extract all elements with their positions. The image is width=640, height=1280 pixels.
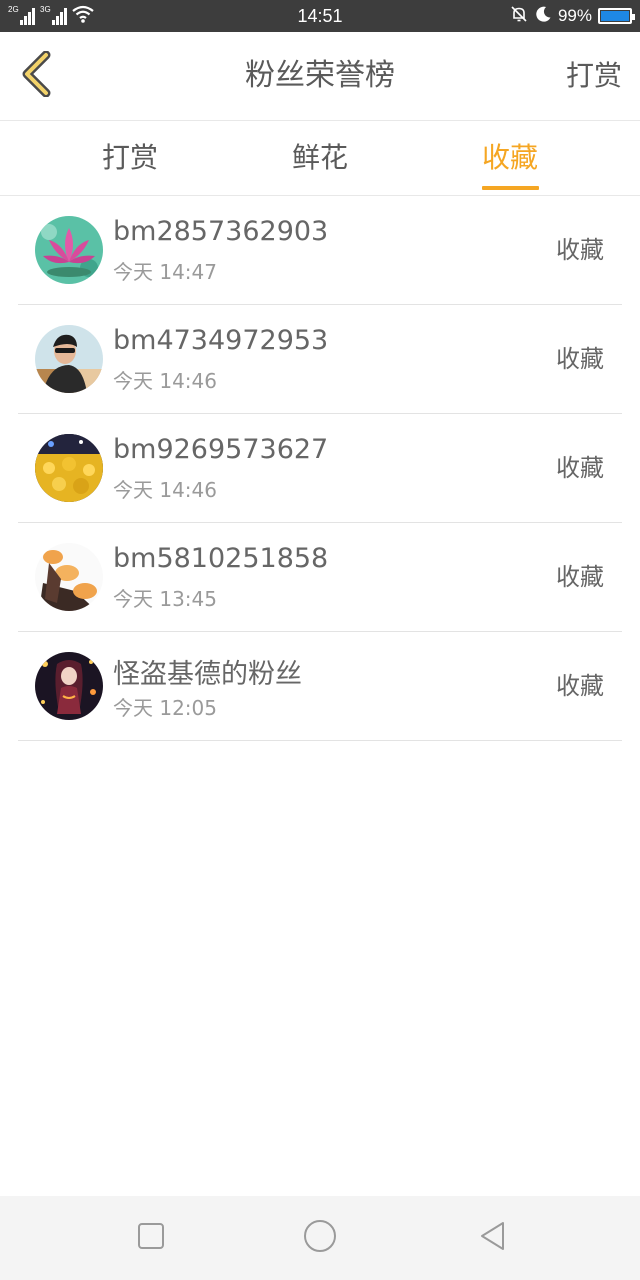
- tab-flowers[interactable]: 鲜花: [260, 121, 380, 195]
- fan-name: bm5810251858: [113, 543, 329, 574]
- avatar: [35, 434, 103, 502]
- title-bar: 粉丝荣誉榜 打赏: [0, 32, 640, 121]
- active-tab-indicator: [482, 186, 539, 190]
- fan-time: 今天 14:46: [113, 478, 217, 502]
- tab-reward[interactable]: 打赏: [70, 121, 190, 195]
- fan-time: 今天 14:47: [113, 260, 217, 284]
- fan-time: 今天 14:46: [113, 369, 217, 393]
- reward-button[interactable]: 打赏: [566, 32, 622, 120]
- list-item[interactable]: 怪盗基德的粉丝 今天 12:05 收藏: [18, 632, 622, 741]
- system-back-button[interactable]: [472, 1218, 512, 1258]
- home-icon: [303, 1219, 337, 1257]
- list-item[interactable]: bm2857362903 今天 14:47 收藏: [18, 196, 622, 305]
- fan-list: bm2857362903 今天 14:47 收藏 bm4734972953 今天…: [18, 196, 622, 741]
- battery-icon: [598, 8, 635, 24]
- status-bar: 2G 3G 14:51 99%: [0, 0, 640, 32]
- battery-percent: 99%: [557, 6, 592, 25]
- fan-name: 怪盗基德的粉丝: [113, 659, 302, 690]
- recent-apps-button[interactable]: [131, 1218, 171, 1258]
- list-item[interactable]: bm9269573627 今天 14:46 收藏: [18, 414, 622, 523]
- fan-name: bm9269573627: [113, 434, 329, 465]
- fan-name: bm2857362903: [113, 216, 329, 247]
- recent-apps-icon: [137, 1222, 165, 1254]
- mute-bell-icon: [510, 5, 528, 28]
- list-item[interactable]: bm5810251858 今天 13:45 收藏: [18, 523, 622, 632]
- system-nav-bar: [0, 1196, 640, 1280]
- fan-action-label: 收藏: [556, 345, 604, 373]
- avatar: [35, 543, 103, 611]
- back-triangle-icon: [478, 1220, 506, 1256]
- fan-action-label: 收藏: [556, 563, 604, 591]
- fan-action-label: 收藏: [556, 454, 604, 482]
- battery-fill: [601, 11, 629, 21]
- avatar: [35, 216, 103, 284]
- status-right: 99%: [510, 0, 635, 32]
- avatar: [35, 325, 103, 393]
- tab-favorites[interactable]: 收藏: [450, 121, 570, 195]
- avatar: [35, 652, 103, 720]
- tab-bar: 打赏 鲜花 收藏: [0, 121, 640, 196]
- fan-time: 今天 13:45: [113, 587, 217, 611]
- page-title: 粉丝荣誉榜: [245, 58, 395, 93]
- fan-time: 今天 12:05: [113, 696, 217, 720]
- fan-action-label: 收藏: [556, 672, 604, 700]
- fan-action-label: 收藏: [556, 236, 604, 264]
- fan-name: bm4734972953: [113, 325, 329, 356]
- moon-icon: [534, 5, 552, 28]
- home-button[interactable]: [300, 1218, 340, 1258]
- list-item[interactable]: bm4734972953 今天 14:46 收藏: [18, 305, 622, 414]
